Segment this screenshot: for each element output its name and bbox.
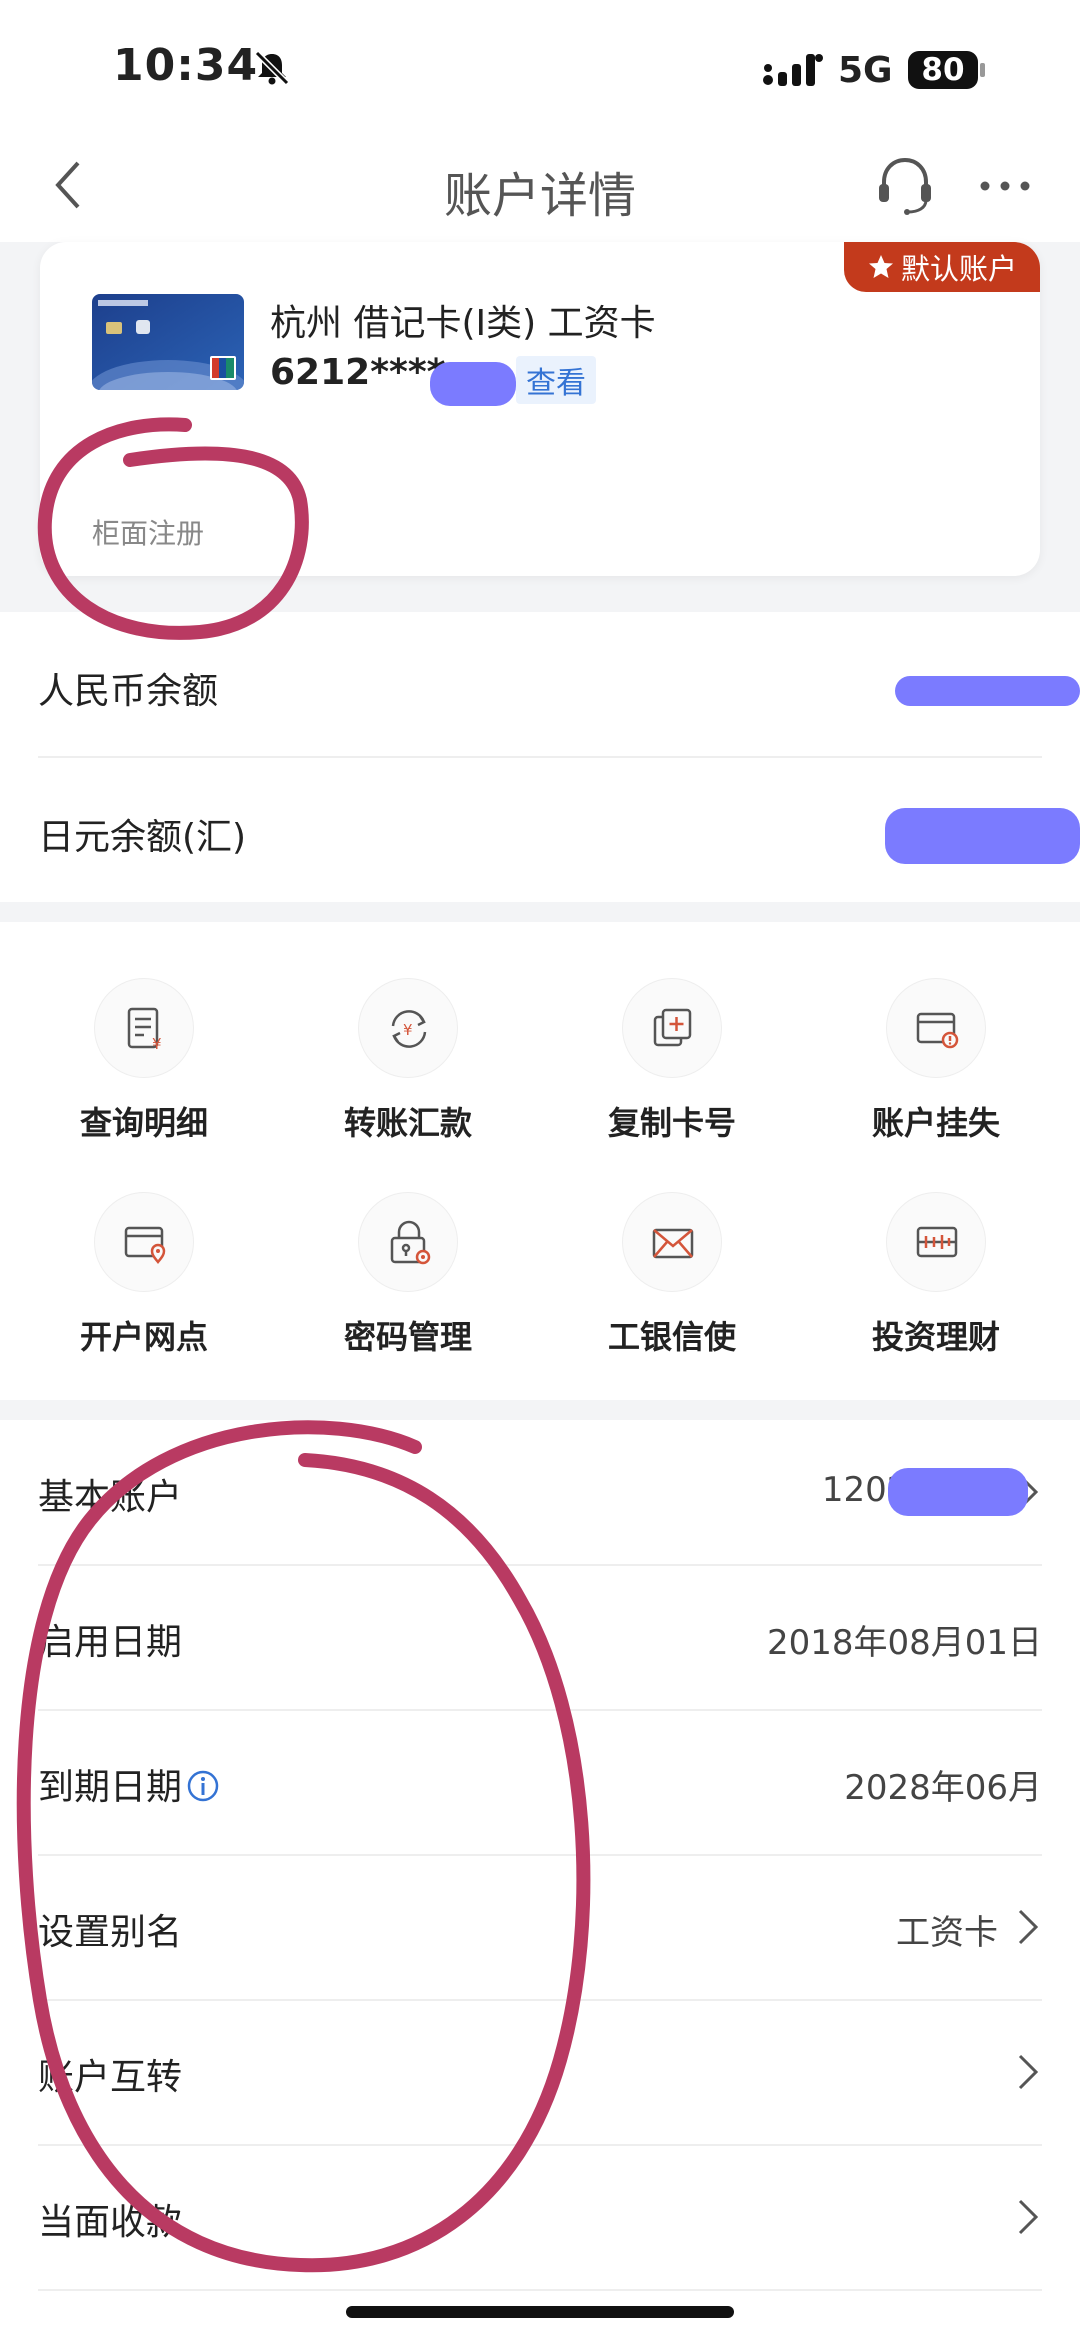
list-item-value: 2018年08月01日: [766, 1623, 1042, 1663]
balance-label-cny: 人民币余额: [38, 671, 219, 712]
redaction-mark: [885, 808, 1080, 864]
status-time: 10:34: [113, 40, 259, 91]
default-account-badge: 默认账户: [844, 242, 1040, 292]
svg-text:¥: ¥: [403, 1021, 413, 1039]
status-bar: 10:34 5G 80: [0, 0, 1080, 130]
report-loss-icon: [886, 978, 986, 1078]
action-copy-card-number[interactable]: 复制卡号: [572, 978, 772, 1158]
list-item-account-transfer[interactable]: 账户互转: [38, 2000, 1042, 2144]
list-item-value: 2028年06月: [844, 1768, 1042, 1808]
action-label: 投资理财: [871, 1318, 1000, 1356]
statement-icon: ¥: [94, 978, 194, 1078]
star-icon: [868, 255, 893, 278]
balance-row-cny: 人民币余额: [38, 612, 1042, 756]
card-number: 6212****: [270, 352, 446, 393]
action-label: 开户网点: [79, 1318, 208, 1356]
chevron-right-icon: [1018, 2054, 1039, 2090]
battery-level: 80: [921, 52, 965, 88]
default-badge-label: 默认账户: [900, 252, 1017, 286]
balance-label-jpy: 日元余额(汇): [38, 817, 247, 858]
info-icon[interactable]: [186, 1769, 220, 1803]
password-lock-icon: [358, 1192, 458, 1292]
list-item-label: 启用日期: [38, 1622, 183, 1663]
action-label: 转账汇款: [343, 1104, 472, 1142]
action-branch[interactable]: 开户网点: [44, 1192, 244, 1372]
list-item-receive-in-person[interactable]: 当面收款: [38, 2145, 1042, 2289]
more-options-icon[interactable]: [975, 166, 1035, 206]
svg-text:¥: ¥: [152, 1035, 162, 1053]
chevron-right-icon: [1018, 1909, 1039, 1945]
customer-service-headset-icon[interactable]: [872, 152, 938, 218]
redaction-mark: [888, 1468, 1028, 1516]
card-name: 杭州 借记卡(Ⅰ类) 工资卡: [270, 303, 656, 344]
action-label: 工银信使: [607, 1318, 736, 1356]
action-statement[interactable]: ¥ 查询明细: [44, 978, 244, 1158]
list-item-label: 基本账户: [38, 1477, 183, 1518]
action-label: 复制卡号: [607, 1104, 736, 1142]
view-card-number-button[interactable]: 查看: [516, 356, 596, 404]
list-item-value: 工资卡: [896, 1913, 998, 1953]
copy-card-icon: [622, 978, 722, 1078]
nav-header: 账户详情: [0, 130, 1080, 242]
action-transfer[interactable]: ¥ 转账汇款: [308, 978, 508, 1158]
action-label: 账户挂失: [871, 1104, 1000, 1142]
redaction-mark: [895, 676, 1080, 706]
branch-location-icon: [94, 1192, 194, 1292]
action-password[interactable]: 密码管理: [308, 1192, 508, 1372]
list-item-label-wrap: 到期日期: [38, 1758, 220, 1810]
account-info-list: 基本账户 1202****3 启用日期 2018年08月01日 到期日期 202…: [0, 1420, 1080, 2337]
transfer-icon: ¥: [358, 978, 458, 1078]
account-card[interactable]: 默认账户 杭州 借记卡(Ⅰ类) 工资卡 6212**** 查看 柜面注册: [40, 242, 1040, 576]
action-label: 密码管理: [343, 1318, 472, 1356]
list-item-label: 设置别名: [38, 1912, 183, 1953]
divider: [38, 2289, 1042, 2291]
network-type: 5G: [838, 50, 893, 91]
action-messenger[interactable]: 工银信使: [572, 1192, 772, 1372]
list-item-label: 账户互转: [38, 2057, 183, 2098]
muted-bell-icon: [254, 50, 290, 86]
cellular-signal-icon: [763, 54, 823, 86]
redaction-mark: [430, 362, 516, 406]
quick-actions-grid: ¥ 查询明细 ¥ 转账汇款 复制卡号 账户挂失 开户网点 密码管理 工银信使 投…: [0, 922, 1080, 1400]
bank-card-image: [92, 294, 244, 390]
list-item-set-alias[interactable]: 设置别名 工资卡: [38, 1855, 1042, 1999]
investment-icon: [886, 1192, 986, 1292]
list-item-label: 到期日期: [38, 1767, 183, 1808]
registration-channel: 柜面注册: [92, 517, 205, 550]
envelope-icon: [622, 1192, 722, 1292]
action-investment[interactable]: 投资理财: [836, 1192, 1036, 1372]
list-item-label: 当面收款: [38, 2202, 183, 2243]
chevron-right-icon: [1018, 2199, 1039, 2235]
list-item-expiry-date: 到期日期 2028年06月: [38, 1710, 1042, 1854]
list-item-activation-date: 启用日期 2018年08月01日: [38, 1565, 1042, 1709]
home-indicator: [346, 2306, 734, 2318]
action-report-loss[interactable]: 账户挂失: [836, 978, 1036, 1158]
card-section: 默认账户 杭州 借记卡(Ⅰ类) 工资卡 6212**** 查看 柜面注册: [0, 242, 1080, 612]
action-label: 查询明细: [79, 1104, 208, 1142]
